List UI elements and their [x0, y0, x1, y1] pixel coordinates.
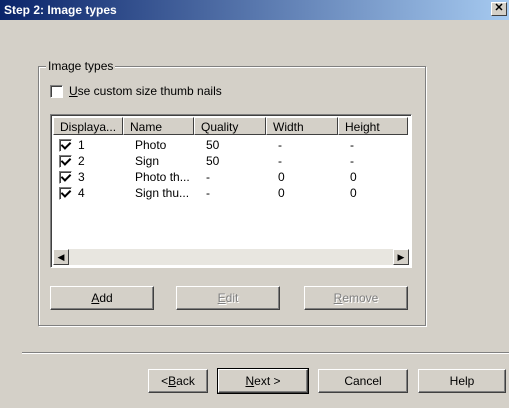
row-name: Sign — [135, 154, 160, 168]
arrow-left-icon: ◀ — [57, 252, 65, 262]
row-width: - — [278, 154, 282, 168]
row-width: - — [278, 138, 282, 152]
list-header: Displaya... Name Quality Width Height — [53, 117, 408, 135]
row-quality: - — [206, 186, 210, 200]
custom-thumb-label[interactable]: Use custom size thumb nails — [69, 84, 222, 98]
image-types-list[interactable]: Displaya... Name Quality Width Height 1 … — [50, 114, 412, 268]
scroll-left-button[interactable]: ◀ — [53, 249, 69, 265]
row-displayable-checkbox[interactable] — [59, 170, 72, 184]
row-name: Photo — [135, 138, 167, 152]
title-bar: Step 2: Image types ✕ — [0, 0, 509, 20]
row-id: 4 — [78, 186, 85, 200]
table-row[interactable]: 4 Sign thu... - 0 0 — [53, 185, 414, 201]
close-icon: ✕ — [494, 2, 504, 14]
add-button[interactable]: Add — [50, 286, 154, 310]
custom-thumb-checkbox[interactable] — [50, 84, 63, 98]
table-row[interactable]: 1 Photo 50 - - — [53, 137, 414, 153]
column-header-displayable[interactable]: Displaya... — [53, 117, 123, 135]
row-height: - — [350, 138, 354, 152]
column-header-name[interactable]: Name — [123, 117, 194, 135]
row-quality: 50 — [206, 138, 220, 152]
column-header-width[interactable]: Width — [266, 117, 338, 135]
row-displayable-checkbox[interactable] — [59, 186, 72, 200]
footer-separator — [22, 352, 509, 354]
row-id: 3 — [78, 170, 85, 184]
table-row[interactable]: 3 Photo th... - 0 0 — [53, 169, 414, 185]
back-button[interactable]: < Back — [148, 369, 208, 393]
row-width: 0 — [278, 170, 285, 184]
row-displayable-checkbox[interactable] — [59, 138, 72, 152]
row-name: Sign thu... — [135, 186, 190, 200]
row-width: 0 — [278, 186, 285, 200]
row-quality: - — [206, 170, 210, 184]
horizontal-scrollbar[interactable]: ◀ ▶ — [53, 249, 409, 265]
row-height: 0 — [350, 186, 357, 200]
custom-thumb-option[interactable]: Use custom size thumb nails — [50, 84, 222, 98]
row-id: 2 — [78, 154, 85, 168]
column-header-quality[interactable]: Quality — [194, 117, 266, 135]
close-button[interactable]: ✕ — [491, 2, 507, 16]
window-title: Step 2: Image types — [4, 3, 117, 17]
groupbox-legend: Image types — [46, 59, 116, 73]
row-height: 0 — [350, 170, 357, 184]
row-displayable-checkbox[interactable] — [59, 154, 72, 168]
help-button[interactable]: Help — [418, 369, 506, 393]
row-id: 1 — [78, 138, 85, 152]
row-height: - — [350, 154, 354, 168]
table-row[interactable]: 2 Sign 50 - - — [53, 153, 414, 169]
arrow-right-icon: ▶ — [397, 252, 405, 262]
edit-button[interactable]: Edit — [176, 286, 280, 310]
row-name: Photo th... — [135, 170, 190, 184]
row-quality: 50 — [206, 154, 220, 168]
next-button[interactable]: Next > — [217, 368, 309, 394]
cancel-button[interactable]: Cancel — [318, 369, 408, 393]
column-header-height[interactable]: Height — [338, 117, 408, 135]
scroll-right-button[interactable]: ▶ — [393, 249, 409, 265]
remove-button[interactable]: Remove — [304, 286, 408, 310]
